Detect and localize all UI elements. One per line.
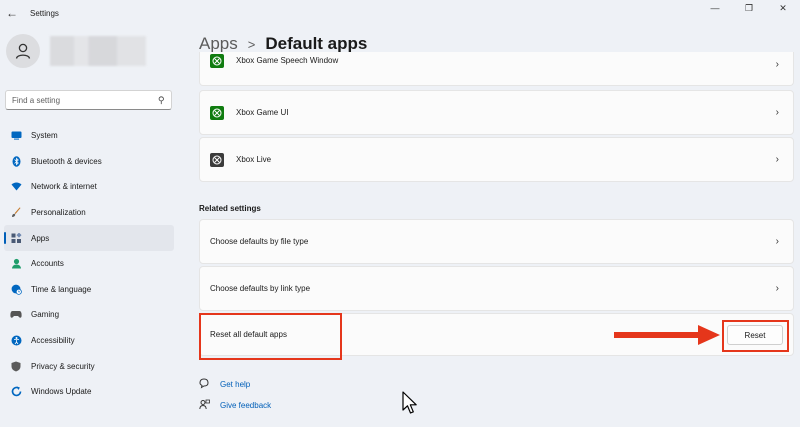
chevron-right-icon: › <box>775 283 779 294</box>
brush-icon <box>10 207 22 219</box>
page-title: Default apps <box>265 34 368 53</box>
annotation-arrow-icon <box>614 325 720 345</box>
give-feedback-link-text[interactable]: Give feedback <box>220 401 271 410</box>
reset-button[interactable]: Reset <box>727 325 783 345</box>
minimize-icon[interactable]: — <box>698 0 732 18</box>
gamepad-icon <box>10 309 22 321</box>
apps-icon <box>10 232 22 244</box>
app-row-label: Xbox Game UI <box>236 108 289 117</box>
sidebar-nav: System Bluetooth & devices Network & int… <box>4 123 174 405</box>
reset-row-label: Reset all default apps <box>210 330 287 339</box>
related-settings-heading: Related settings <box>199 204 261 213</box>
choose-defaults-link-type[interactable]: Choose defaults by link type › <box>199 266 794 311</box>
sidebar-item-privacy-security[interactable]: Privacy & security <box>4 353 174 379</box>
app-row-label: Xbox Game Speech Window <box>236 56 339 65</box>
give-feedback-link[interactable]: Give feedback <box>199 399 271 412</box>
xbox-icon <box>210 53 224 68</box>
sidebar-item-system[interactable]: System <box>4 123 174 149</box>
related-item-label: Choose defaults by link type <box>210 284 311 293</box>
chevron-right-icon: > <box>247 36 256 52</box>
sidebar-item-accessibility[interactable]: Accessibility <box>4 328 174 354</box>
back-arrow-icon[interactable]: ← <box>6 6 20 20</box>
breadcrumb-parent[interactable]: Apps <box>199 34 238 54</box>
xbox-live-icon <box>210 152 224 167</box>
person-icon <box>15 43 31 59</box>
accessibility-icon <box>10 335 22 347</box>
chevron-right-icon: › <box>775 107 779 118</box>
get-help-link[interactable]: Get help <box>199 378 250 391</box>
sidebar-item-apps[interactable]: Apps <box>4 225 174 251</box>
sidebar-item-bluetooth[interactable]: Bluetooth & devices <box>4 149 174 175</box>
app-row-xbox-game-ui[interactable]: Xbox Game UI › <box>199 90 794 135</box>
restore-icon[interactable]: ❐ <box>732 0 766 18</box>
app-row-xbox-speech[interactable]: Xbox Game Speech Window › <box>199 52 794 86</box>
search-input[interactable] <box>12 95 159 105</box>
chevron-right-icon: › <box>775 154 779 165</box>
sidebar-item-label: System <box>31 131 58 141</box>
breadcrumb: Apps > Default apps <box>199 34 367 54</box>
help-icon <box>199 378 211 391</box>
sidebar-item-label: Time & language <box>31 284 92 294</box>
bluetooth-icon <box>10 155 22 167</box>
feedback-icon <box>199 399 211 412</box>
window-controls: — ❐ ✕ <box>698 0 800 18</box>
wifi-icon <box>10 181 22 193</box>
sidebar-item-personalization[interactable]: Personalization <box>4 200 174 226</box>
title-bar: ← Settings — ❐ ✕ <box>0 0 800 26</box>
avatar[interactable] <box>6 34 40 68</box>
system-icon <box>10 130 22 142</box>
shield-icon <box>10 360 22 372</box>
sidebar-item-accounts[interactable]: Accounts <box>4 251 174 277</box>
app-row-label: Xbox Live <box>236 155 272 164</box>
sidebar-item-label: Personalization <box>31 208 86 218</box>
app-title: Settings <box>30 8 59 18</box>
sidebar-item-label: Network & internet <box>31 182 97 192</box>
user-profile[interactable] <box>6 34 146 68</box>
sidebar-item-gaming[interactable]: Gaming <box>4 302 174 328</box>
blurred-account-name <box>50 36 146 66</box>
globe-clock-icon <box>10 283 22 295</box>
sidebar-item-label: Windows Update <box>31 387 92 397</box>
sidebar-item-label: Privacy & security <box>31 361 95 371</box>
sidebar-item-label: Accessibility <box>31 336 75 346</box>
chevron-right-icon: › <box>775 59 779 70</box>
choose-defaults-file-type[interactable]: Choose defaults by file type › <box>199 219 794 264</box>
get-help-link-text[interactable]: Get help <box>220 380 250 389</box>
close-icon[interactable]: ✕ <box>766 0 800 18</box>
search-icon[interactable]: ⚲ <box>158 95 165 106</box>
sidebar-item-label: Bluetooth & devices <box>31 156 102 166</box>
mouse-cursor-icon <box>402 391 417 414</box>
xbox-icon <box>210 105 224 120</box>
sidebar-item-label: Apps <box>31 233 50 243</box>
update-icon <box>10 386 22 398</box>
sidebar-item-network[interactable]: Network & internet <box>4 174 174 200</box>
related-item-label: Choose defaults by file type <box>210 237 309 246</box>
sidebar-item-label: Gaming <box>31 310 60 320</box>
chevron-right-icon: › <box>775 236 779 247</box>
sidebar-item-label: Accounts <box>31 259 64 269</box>
sidebar-item-time-language[interactable]: Time & language <box>4 277 174 303</box>
accounts-icon <box>10 258 22 270</box>
app-row-xbox-live[interactable]: Xbox Live › <box>199 137 794 182</box>
search-box[interactable]: ⚲ <box>5 90 172 110</box>
sidebar-item-windows-update[interactable]: Windows Update <box>4 379 174 405</box>
